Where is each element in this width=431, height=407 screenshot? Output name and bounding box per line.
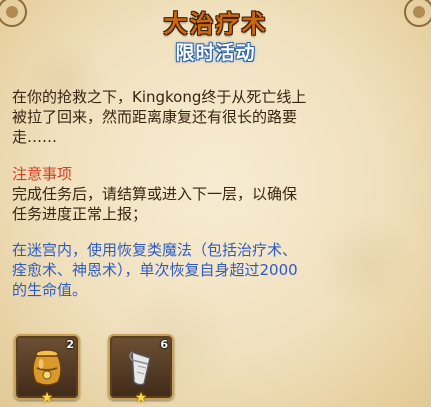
event-subtitle: 限时活动	[175, 42, 256, 64]
story-text: 在你的抢救之下，Kingkong终于从死亡线上 被拉了回来，然而距离康复还有很长…	[12, 87, 412, 147]
golden-jar-icon	[32, 349, 62, 386]
reward-count: 2	[66, 338, 74, 351]
notice-heading: 注意事项	[12, 165, 73, 183]
story-line: 在你的抢救之下，Kingkong终于从死亡线上	[12, 88, 307, 106]
task-description: 在迷宫内，使用恢复类魔法（包括治疗术、 痊愈术、神恩术），单次恢复自身超过200…	[12, 240, 412, 300]
reward-count: 6	[160, 338, 168, 351]
event-title: 大治疗术	[163, 10, 268, 38]
star-icon: ★	[40, 390, 54, 406]
scroll-icon	[129, 350, 151, 386]
task-line: 痊愈术、神恩术），单次恢复自身超过2000	[12, 261, 298, 279]
notice-line: 任务进度正常上报；	[12, 205, 148, 223]
task-line: 的生命值。	[12, 281, 88, 299]
story-line: 走……	[12, 128, 58, 146]
reward-slot-jar[interactable]: 2 ★	[14, 334, 80, 406]
event-panel: 大治疗术 限时活动 在你的抢救之下，Kingkong终于从死亡线上 被拉了回来，…	[0, 0, 431, 407]
notice-line: 完成任务后，请结算或进入下一层，以确保	[12, 185, 298, 203]
task-line: 在迷宫内，使用恢复类魔法（包括治疗术、	[12, 241, 298, 259]
story-line: 被拉了回来，然而距离康复还有很长的路要	[12, 108, 298, 126]
reward-slot-scroll[interactable]: 6 ★	[108, 334, 174, 406]
star-icon: ★	[134, 390, 148, 406]
notice-text: 完成任务后，请结算或进入下一层，以确保 任务进度正常上报；	[12, 184, 412, 224]
